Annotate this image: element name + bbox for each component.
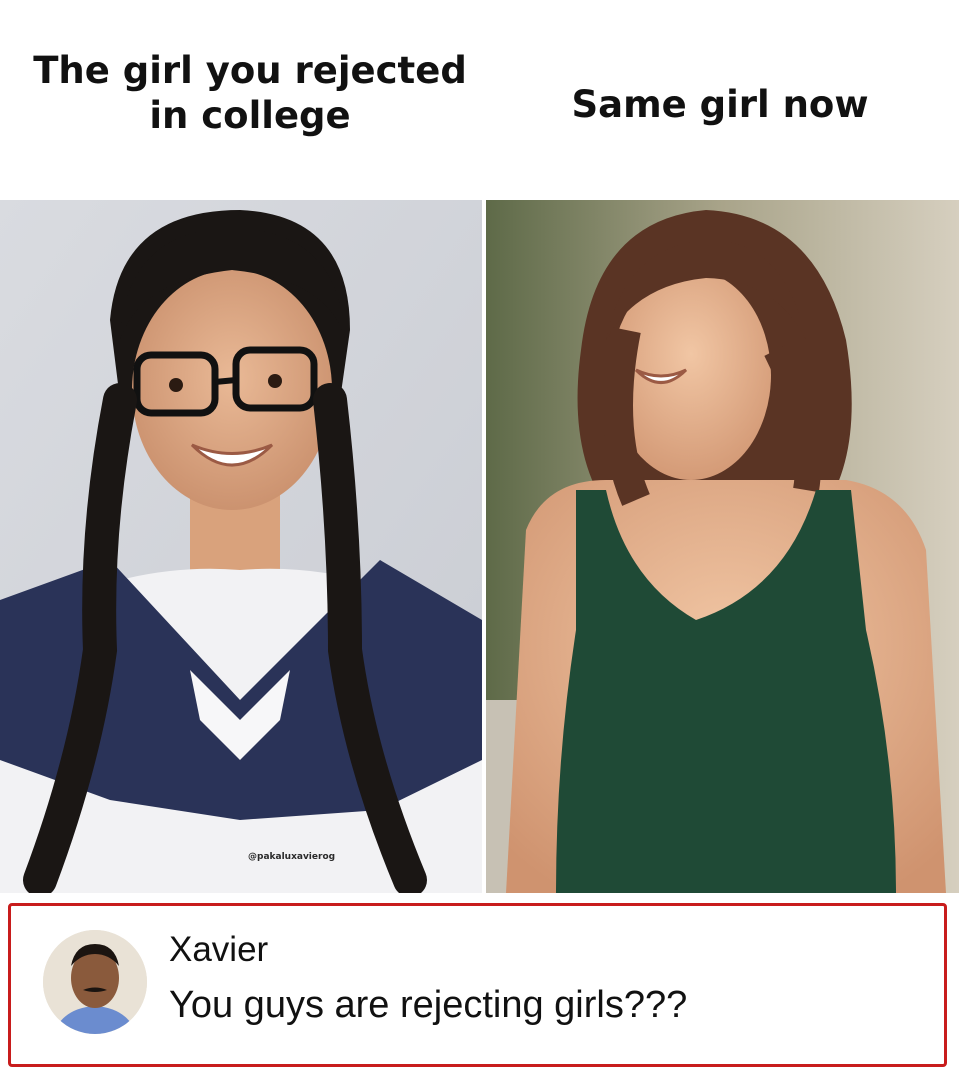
comment-text: You guys are rejecting girls??? [169,984,688,1026]
photo-before [0,200,482,893]
photo-after [486,200,959,893]
right-caption: Same girl now [571,83,869,126]
avatar[interactable] [43,930,147,1034]
left-caption: The girl you rejected in college [33,49,467,138]
watermark: @pakaluxavierog [248,852,336,862]
comment-author[interactable]: Xavier [169,930,268,970]
comment-card: Xavier You guys are rejecting girls??? [8,903,947,1067]
